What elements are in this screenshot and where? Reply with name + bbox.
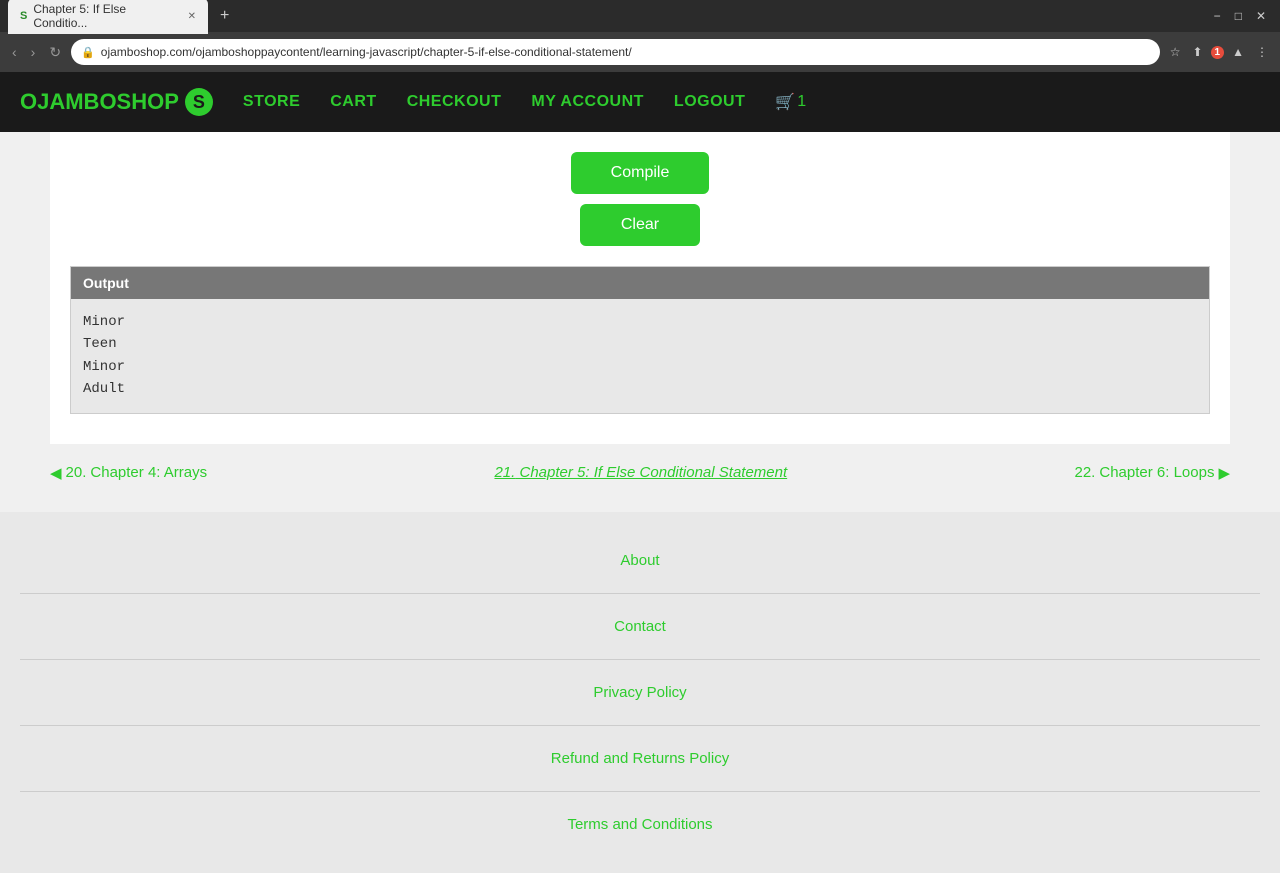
output-header: Output [71,267,1209,299]
current-chapter-label: Chapter 5: If Else Conditional Statement [520,464,788,481]
extension-badge: 1 [1211,46,1225,59]
reload-button[interactable]: ↻ [45,42,65,63]
back-button[interactable]: ‹ [8,42,21,62]
chapter-nav: ◀ 20. Chapter 4: Arrays 21. Chapter 5: I… [0,444,1280,502]
about-link[interactable]: About [620,552,659,569]
lock-icon: 🔒 [81,46,95,59]
new-tab-button[interactable]: + [214,7,235,25]
cart-icon-wrap[interactable]: 🛒 1 [775,92,806,112]
tab-close-button[interactable]: ✕ [188,11,196,22]
next-chapter-link[interactable]: 22. Chapter 6: Loops ▶ [1075,464,1230,482]
url-text: ojamboshop.com/ojamboshoppaycontent/lear… [101,45,632,59]
next-chapter-number: 22. [1075,464,1096,481]
menu-button[interactable]: ⋮ [1252,43,1272,61]
brand-s-icon: S [185,88,213,116]
footer-divider-2 [20,659,1260,660]
compile-button[interactable]: Compile [571,152,710,194]
browser-tab[interactable]: S Chapter 5: If Else Conditio... ✕ [8,0,208,34]
footer-divider-4 [20,791,1260,792]
output-line-3: Minor [83,356,1197,378]
current-chapter-link[interactable]: 21. Chapter 5: If Else Conditional State… [494,464,787,481]
privacy-policy-link[interactable]: Privacy Policy [593,684,686,701]
footer: About Contact Privacy Policy Refund and … [0,512,1280,873]
bookmark-button[interactable]: ☆ [1166,43,1185,61]
maximize-button[interactable]: □ [1229,9,1248,23]
output-line-4: Adult [83,378,1197,400]
footer-divider-1 [20,593,1260,594]
footer-divider-3 [20,725,1260,726]
minimize-button[interactable]: − [1208,9,1227,23]
my-account-link[interactable]: MY ACCOUNT [531,93,644,111]
prev-chapter-link[interactable]: ◀ 20. Chapter 4: Arrays [50,464,207,482]
next-arrow-icon: ▶ [1218,464,1230,482]
checkout-link[interactable]: CHECKOUT [407,93,502,111]
forward-button[interactable]: › [27,42,40,62]
output-container: Output Minor Teen Minor Adult [70,266,1210,414]
prev-arrow-icon: ◀ [50,464,62,482]
terms-link[interactable]: Terms and Conditions [567,816,712,833]
close-button[interactable]: ✕ [1250,9,1272,23]
address-bar-row: ‹ › ↻ 🔒 ojamboshop.com/ojamboshoppaycont… [0,32,1280,72]
window-controls: − □ ✕ [1208,9,1272,23]
store-link[interactable]: STORE [243,93,300,111]
cart-icon: 🛒 [775,92,795,112]
next-chapter-label: Chapter 6: Loops [1099,464,1214,481]
browser-actions: ☆ ⬆ 1 ▲ ⋮ [1166,43,1272,61]
brand-link[interactable]: OJAMBOSHOP S [20,88,213,116]
tab-title: Chapter 5: If Else Conditio... [33,2,181,30]
browser-chrome: S Chapter 5: If Else Conditio... ✕ + − □… [0,0,1280,72]
address-bar[interactable]: 🔒 ojamboshop.com/ojamboshoppaycontent/le… [71,39,1160,65]
refund-policy-link[interactable]: Refund and Returns Policy [551,750,729,767]
output-line-1: Minor [83,311,1197,333]
current-chapter-number: 21. [494,464,515,481]
extensions-button[interactable]: ▲ [1228,43,1248,61]
cart-link[interactable]: CART [330,93,376,111]
output-body: Minor Teen Minor Adult [71,299,1209,413]
contact-link[interactable]: Contact [614,618,666,635]
clear-button[interactable]: Clear [580,204,700,246]
share-button[interactable]: ⬆ [1188,43,1206,61]
output-line-2: Teen [83,333,1197,355]
cart-count: 1 [797,93,806,111]
prev-chapter-label: Chapter 4: Arrays [90,464,207,481]
navbar: OJAMBOSHOP S STORE CART CHECKOUT MY ACCO… [0,72,1280,132]
browser-titlebar: S Chapter 5: If Else Conditio... ✕ + − □… [0,0,1280,32]
brand-text: OJAMBOSHOP [20,89,179,115]
prev-chapter-number: 20. [66,464,87,481]
logout-link[interactable]: LOGOUT [674,93,745,111]
tab-favicon: S [20,10,27,22]
main-content: Compile Clear Output Minor Teen Minor Ad… [50,132,1230,444]
